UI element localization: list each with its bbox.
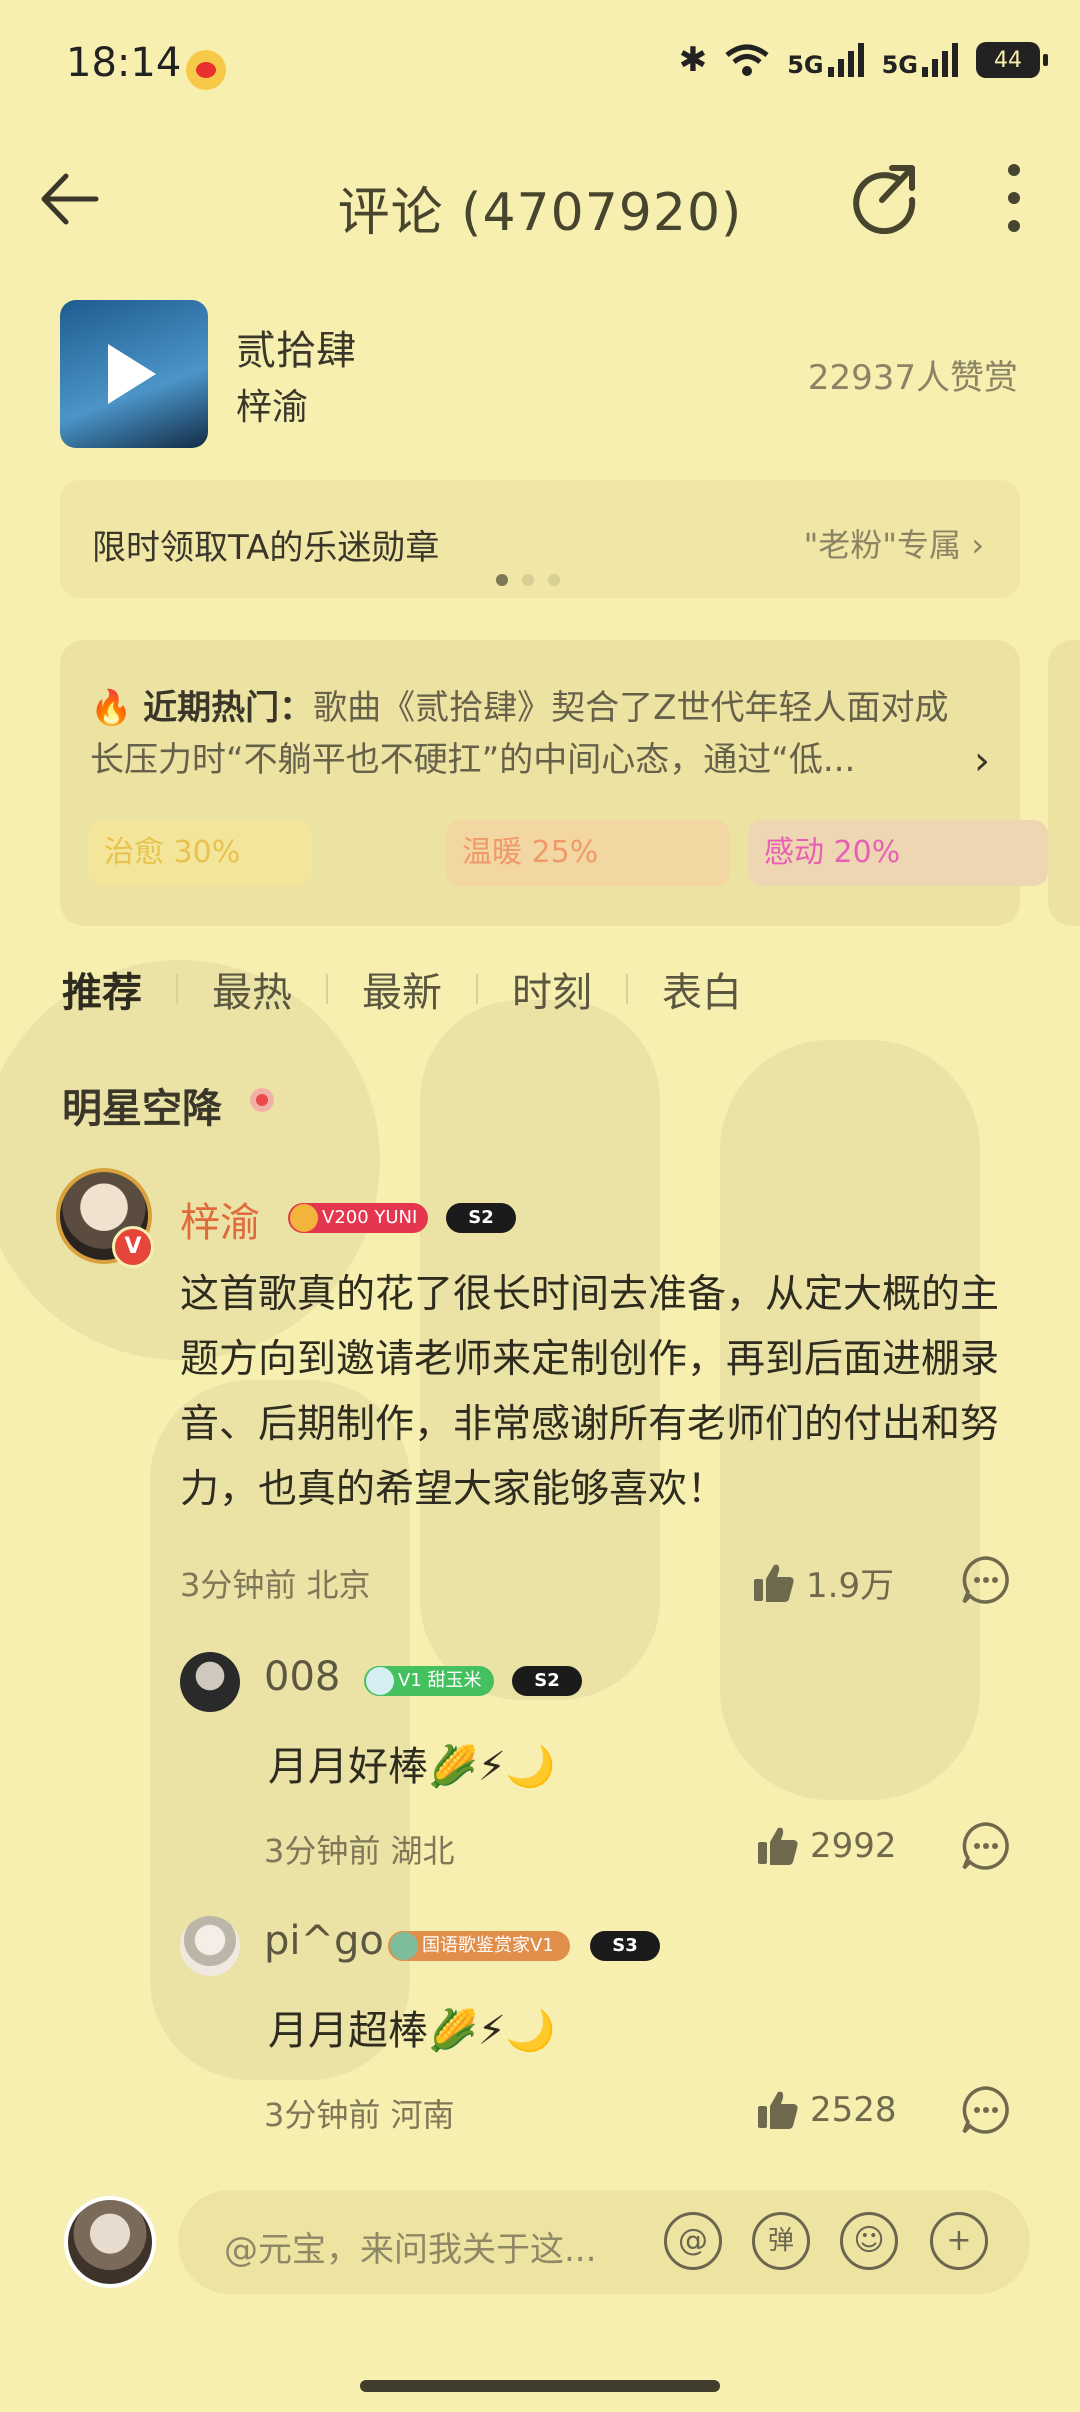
play-icon[interactable] [108, 344, 156, 404]
hot-topic-text: 🔥 近期热门：歌曲《贰拾肆》契合了Z世代年轻人面对成长压力时“不躺平也不硬扛”的… [90, 682, 950, 786]
signal-icon-2: 5G [882, 43, 958, 77]
battery-icon: 44 [976, 42, 1048, 78]
mood-tag-warm[interactable]: 温暖 25% [446, 820, 730, 886]
live-indicator-icon [250, 1088, 274, 1112]
my-avatar[interactable] [64, 2196, 156, 2288]
banner-text: 限时领取TA的乐迷勋章 [92, 528, 440, 568]
comment-tabs: 推荐 最热 最新 时刻 表白 [62, 960, 742, 1018]
avatar[interactable] [180, 1652, 240, 1712]
song-artist[interactable]: 梓渝 [236, 378, 308, 430]
plus-icon[interactable]: + [930, 2212, 988, 2270]
like-count: 2528 [810, 2090, 897, 2130]
reply-author[interactable]: pi^go [264, 1918, 384, 1964]
thumbs-up-icon [758, 2091, 798, 2129]
comment-icon[interactable] [960, 1820, 1012, 1872]
reply-text: 月月好棒🌽⚡🌙 [268, 1744, 556, 1790]
tab-newest[interactable]: 最新 [362, 960, 442, 1018]
reply-author[interactable]: 008 [264, 1654, 340, 1700]
danmaku-icon[interactable]: 弹 [752, 2212, 810, 2270]
flame-icon: 🔥 [90, 688, 133, 728]
level-badge[interactable]: V200 YUNI [288, 1203, 428, 1233]
praise-count[interactable]: 22937人赞赏 [808, 350, 1018, 399]
like-count: 2992 [810, 1826, 897, 1866]
like-button[interactable]: 2528 [756, 2088, 897, 2132]
mood-tag-healing[interactable]: 治愈 30% [88, 820, 312, 886]
comment-author[interactable]: 梓渝 [180, 1190, 260, 1248]
tab-recommend[interactable]: 推荐 [62, 960, 142, 1018]
tab-confession[interactable]: 表白 [662, 960, 742, 1018]
comment-text: 这首歌真的花了很长时间去准备，从定大概的主题方向到邀请老师来定制创作，再到后面进… [180, 1272, 1000, 1512]
more-vertical-icon[interactable] [994, 158, 1034, 238]
bluetooth-icon: ✱ [678, 40, 708, 80]
tab-hottest[interactable]: 最热 [212, 960, 292, 1018]
header: 评论 (4707920) [0, 140, 1080, 260]
tab-moments[interactable]: 时刻 [512, 960, 592, 1018]
reply-meta: 3分钟前 河南 [264, 2096, 455, 2134]
comment-input-placeholder: @元宝，来问我关于这... [224, 2230, 597, 2270]
signal-icon: 5G [787, 43, 864, 77]
carousel-dots [496, 574, 560, 586]
season-badge[interactable]: S3 [590, 1931, 660, 1961]
level-badge[interactable]: 国语歌鉴赏家V1 [388, 1931, 570, 1961]
avatar[interactable] [180, 1916, 240, 1976]
section-title: 明星空降 [62, 1086, 222, 1132]
status-time: 18:14 [66, 40, 182, 86]
like-button[interactable]: 1.9万 [752, 1558, 894, 1607]
weibo-icon [186, 50, 226, 90]
emoji-icon[interactable]: ☺ [840, 2212, 898, 2270]
comment-meta: 3分钟前 北京 [180, 1566, 371, 1604]
level-badge[interactable]: V1 甜玉米 [364, 1666, 494, 1696]
banner-action[interactable]: "老粉"专属 › [804, 520, 984, 566]
comment-input[interactable]: @元宝，来问我关于这... @ 弹 ☺ + [178, 2190, 1030, 2294]
song-title[interactable]: 贰拾肆 [236, 318, 356, 376]
home-indicator[interactable] [360, 2380, 720, 2392]
reply-meta: 3分钟前 湖北 [264, 1832, 455, 1870]
reply-text: 月月超棒🌽⚡🌙 [268, 2008, 556, 2054]
at-icon[interactable]: @ [664, 2212, 722, 2270]
thumbs-up-icon [754, 1564, 794, 1602]
comment-icon[interactable] [960, 1554, 1012, 1606]
season-badge[interactable]: S2 [512, 1666, 582, 1696]
share-icon[interactable] [848, 158, 920, 234]
mood-tag-touched[interactable]: 感动 20% [748, 820, 1048, 886]
season-badge[interactable]: S2 [446, 1203, 516, 1233]
hot-topic-label: 近期热门： [143, 688, 314, 728]
thumbs-up-icon [758, 1827, 798, 1865]
verified-icon: V [112, 1226, 154, 1268]
hot-topic-card[interactable]: 🔥 近期热门：歌曲《贰拾肆》契合了Z世代年轻人面对成长压力时“不躺平也不硬扛”的… [60, 640, 1048, 926]
wifi-icon [725, 44, 769, 76]
like-button[interactable]: 2992 [756, 1824, 897, 1868]
like-count: 1.9万 [806, 1566, 895, 1606]
chevron-right-icon[interactable]: › [974, 738, 990, 784]
comment-icon[interactable] [960, 2084, 1012, 2136]
song-cover[interactable] [60, 300, 208, 448]
status-bar: 18:14 ✱ 5G 5G 44 [0, 0, 1080, 140]
next-card-peek [1048, 640, 1080, 926]
